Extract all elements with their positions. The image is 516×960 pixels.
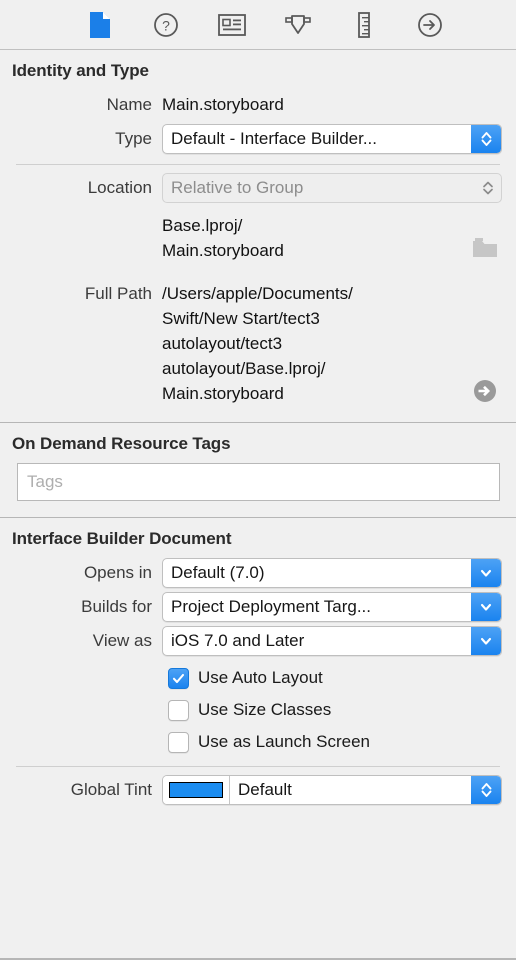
folder-icon — [473, 238, 497, 257]
builds-for-popup-button[interactable]: Project Deployment Targ... — [162, 592, 502, 622]
tab-file-inspector[interactable] — [85, 10, 115, 40]
reveal-in-finder-button[interactable] — [468, 279, 502, 403]
global-tint-swatch-cell[interactable] — [163, 776, 230, 804]
down-arrow-tag-icon — [285, 14, 311, 34]
checkbox-row-use-size-classes[interactable]: Use Size Classes — [0, 694, 516, 726]
view-as-label: View as — [92, 631, 152, 650]
checkbox-label-use-as-launch-screen: Use as Launch Screen — [198, 732, 370, 751]
section-title-interface-builder-document: Interface Builder Document — [12, 529, 232, 548]
tags-input[interactable]: Tags — [17, 463, 500, 501]
choose-folder-button[interactable] — [468, 213, 502, 259]
section-on-demand-resource-tags: On Demand Resource Tags Tags — [0, 423, 516, 517]
type-label: Type — [115, 129, 152, 148]
chevron-down-icon — [471, 559, 501, 587]
checkmark-icon — [172, 673, 185, 683]
section-title-identity-and-type: Identity and Type — [12, 61, 149, 80]
checkbox-row-use-as-launch-screen[interactable]: Use as Launch Screen — [0, 726, 516, 758]
inspector-tab-bar: ? — [0, 0, 516, 50]
global-tint-popup-value: Default — [238, 780, 292, 799]
row-location: Location Relative to Group — [0, 173, 516, 203]
name-label: Name — [106, 95, 152, 114]
full-path-label: Full Path — [84, 284, 152, 303]
chevron-down-icon — [471, 593, 501, 621]
location-path-block: Base.lproj/ Main.storyboard — [0, 213, 516, 263]
arrow-right-circle-icon — [418, 12, 442, 37]
tab-connections-inspector[interactable] — [415, 10, 445, 40]
checkbox-use-auto-layout[interactable] — [168, 667, 189, 689]
arrow-right-circle-filled-icon — [474, 380, 496, 402]
checkbox-row-use-auto-layout[interactable]: Use Auto Layout — [0, 662, 516, 694]
checkbox-label-use-size-classes: Use Size Classes — [198, 700, 332, 719]
stepper-updown-icon — [471, 776, 501, 804]
section-title-on-demand-resource-tags: On Demand Resource Tags — [12, 434, 231, 453]
document-icon — [90, 11, 110, 38]
location-path-value: Base.lproj/ Main.storyboard — [162, 216, 284, 260]
tab-identity-inspector[interactable] — [217, 10, 247, 40]
full-path-block: Full Path /Users/apple/Documents/ Swift/… — [0, 279, 516, 406]
location-label: Location — [87, 178, 152, 197]
chevron-down-icon — [471, 627, 501, 655]
row-builds-for: Builds for Project Deployment Targ... — [0, 592, 516, 622]
row-view-as: View as iOS 7.0 and Later — [0, 626, 516, 656]
view-as-popup-button[interactable]: iOS 7.0 and Later — [162, 626, 502, 656]
location-popup-button[interactable]: Relative to Group — [162, 173, 502, 203]
row-global-tint: Global Tint Default — [0, 775, 516, 805]
question-circle-icon: ? — [154, 12, 178, 37]
type-popup-value: Default - Interface Builder... — [171, 129, 377, 148]
builds-for-label: Builds for — [81, 597, 152, 616]
id-card-icon — [218, 13, 246, 36]
row-type: Type Default - Interface Builder... — [0, 124, 516, 154]
stepper-updown-icon — [471, 125, 501, 153]
ruler-icon — [358, 11, 370, 38]
tab-attributes-inspector[interactable] — [283, 10, 313, 40]
section-identity-and-type: Identity and Type Name Main.storyboard T… — [0, 50, 516, 422]
checkbox-label-use-auto-layout: Use Auto Layout — [198, 668, 323, 687]
color-swatch-icon — [169, 782, 223, 798]
checkbox-use-as-launch-screen[interactable] — [168, 731, 189, 753]
location-popup-value: Relative to Group — [171, 178, 304, 197]
stepper-updown-grey-icon — [475, 174, 501, 202]
type-popup-button[interactable]: Default - Interface Builder... — [162, 124, 502, 154]
name-value: Main.storyboard — [162, 95, 284, 114]
global-tint-label: Global Tint — [70, 780, 152, 799]
tab-size-inspector[interactable] — [349, 10, 379, 40]
row-opens-in: Opens in Default (7.0) — [0, 558, 516, 588]
svg-text:?: ? — [162, 17, 170, 33]
view-as-popup-value: iOS 7.0 and Later — [171, 631, 305, 650]
builds-for-popup-value: Project Deployment Targ... — [171, 597, 371, 616]
opens-in-popup-value: Default (7.0) — [171, 563, 265, 582]
section-interface-builder-document: Interface Builder Document Opens in Defa… — [0, 518, 516, 805]
checkbox-use-size-classes[interactable] — [168, 699, 189, 721]
opens-in-label: Opens in — [83, 563, 152, 582]
tab-quick-help-inspector[interactable]: ? — [151, 10, 181, 40]
full-path-value: /Users/apple/Documents/ Swift/New Start/… — [162, 284, 353, 403]
row-name: Name Main.storyboard — [0, 90, 516, 120]
global-tint-popup-button[interactable]: Default — [162, 775, 502, 805]
opens-in-popup-button[interactable]: Default (7.0) — [162, 558, 502, 588]
